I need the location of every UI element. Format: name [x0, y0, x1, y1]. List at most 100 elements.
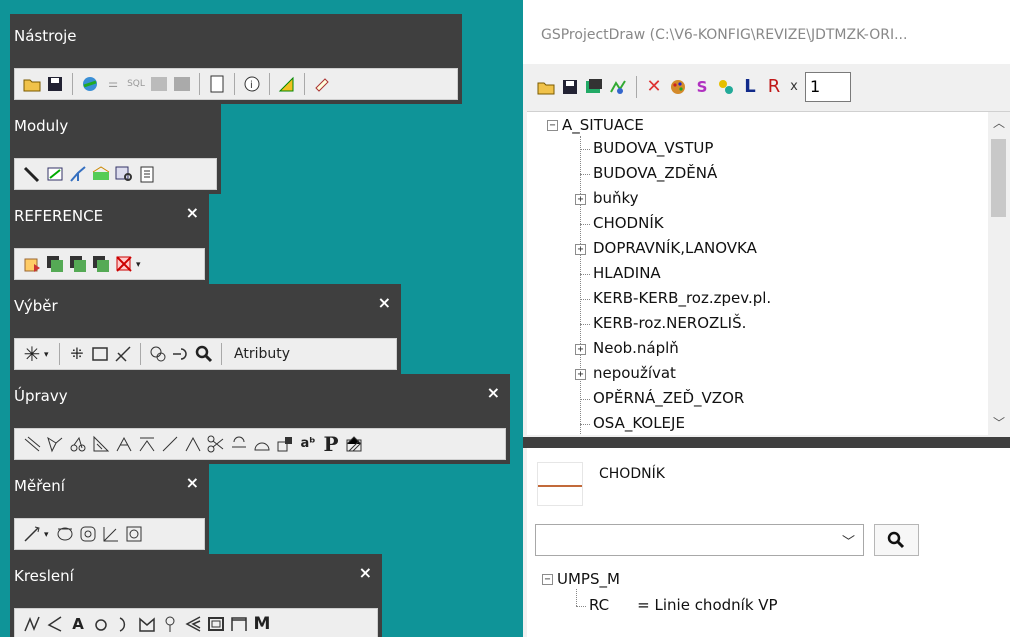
layer-tree[interactable]: − A_SITUACE BUDOVA_VSTUP BUDOVA_ZDĚNÁ + …: [527, 111, 1010, 435]
expand-toggle[interactable]: +: [575, 344, 586, 355]
table-icon[interactable]: [148, 73, 170, 95]
r-filter-button[interactable]: R: [763, 76, 785, 98]
database-link-icon[interactable]: ⚌: [102, 73, 124, 95]
s-filter-button[interactable]: S: [691, 76, 713, 98]
clipboard-icon[interactable]: [136, 163, 158, 185]
tree-item[interactable]: Neob.náplň: [593, 339, 679, 357]
chevron-down-icon[interactable]: ▾: [136, 259, 143, 270]
detail-tree-root[interactable]: UMPS_M: [557, 570, 620, 588]
extend-element-icon[interactable]: [113, 433, 135, 455]
close-icon[interactable]: ×: [378, 293, 391, 312]
paragraph-icon[interactable]: P: [320, 433, 342, 455]
chevron-down-icon[interactable]: ▾: [44, 529, 51, 540]
expand-toggle[interactable]: +: [575, 369, 586, 380]
text-place-icon[interactable]: A: [67, 613, 89, 635]
info-icon[interactable]: i: [241, 73, 263, 95]
table-edit-icon[interactable]: [171, 73, 193, 95]
arc-icon[interactable]: [251, 433, 273, 455]
offset-line-icon[interactable]: [159, 433, 181, 455]
tree-root[interactable]: A_SITUACE: [562, 116, 644, 134]
vertical-scrollbar[interactable]: ︿ ﹀: [988, 112, 1010, 435]
select-group-icon[interactable]: [147, 343, 169, 365]
tree-item[interactable]: nepoužívat: [593, 364, 676, 382]
network-icon[interactable]: [67, 163, 89, 185]
cell-place-icon[interactable]: [274, 433, 296, 455]
close-icon[interactable]: ×: [359, 563, 372, 582]
circle-icon[interactable]: [90, 613, 112, 635]
move-element-icon[interactable]: [67, 433, 89, 455]
tree-item[interactable]: OPĚRNÁ_ZEĎ_VZOR: [593, 389, 744, 407]
select-all-icon[interactable]: ✳: [21, 343, 43, 365]
symbology-icon[interactable]: [607, 76, 629, 98]
shape-icon[interactable]: [136, 613, 158, 635]
measure-element-icon[interactable]: [77, 523, 99, 545]
tree-item[interactable]: HLADINA: [593, 264, 661, 282]
polyline-icon[interactable]: [21, 613, 43, 635]
fillet-icon[interactable]: [182, 433, 204, 455]
reference-stack-icon[interactable]: [90, 253, 112, 275]
arc-draw-icon[interactable]: [113, 613, 135, 635]
attributes-button[interactable]: Atributy: [228, 346, 296, 362]
select-chain-icon[interactable]: [170, 343, 192, 365]
search-map-icon[interactable]: [113, 163, 135, 185]
measure-distance-icon[interactable]: [21, 523, 43, 545]
panel-splitter[interactable]: [523, 437, 1010, 448]
scrollbar-thumb[interactable]: [991, 139, 1006, 217]
globe-tool-icon[interactable]: [79, 73, 101, 95]
chevron-down-icon[interactable]: ▾: [44, 349, 51, 360]
chart-line-icon[interactable]: [90, 163, 112, 185]
collapse-toggle[interactable]: −: [547, 120, 558, 131]
detail-tree-item[interactable]: RC = Linie chodník VP: [589, 596, 778, 614]
pattern-icon[interactable]: [715, 76, 737, 98]
tree-item[interactable]: buňky: [593, 189, 639, 207]
multi-icon[interactable]: M: [251, 613, 273, 635]
pen-tool-icon[interactable]: [21, 163, 43, 185]
reference-attach-icon[interactable]: [21, 253, 43, 275]
measure-angle-icon[interactable]: [100, 523, 122, 545]
rotate-element-icon[interactable]: [90, 433, 112, 455]
scroll-down-icon[interactable]: ﹀: [993, 414, 1005, 431]
measure-radius-icon[interactable]: [123, 523, 145, 545]
join-icon[interactable]: [228, 433, 250, 455]
dimension-icon[interactable]: [228, 613, 250, 635]
save-icon[interactable]: [559, 76, 581, 98]
document-icon[interactable]: [206, 73, 228, 95]
scroll-up-icon[interactable]: ︿: [993, 114, 1005, 131]
angle-line-icon[interactable]: [44, 613, 66, 635]
multiline-icon[interactable]: [182, 613, 204, 635]
search-button[interactable]: [874, 524, 919, 556]
close-icon[interactable]: ×: [186, 203, 199, 222]
collapse-toggle[interactable]: −: [542, 574, 553, 585]
cut-icon[interactable]: [205, 433, 227, 455]
select-line-icon[interactable]: [112, 343, 134, 365]
triangle-ruler-icon[interactable]: [276, 73, 298, 95]
tree-item[interactable]: BUDOVA_VSTUP: [593, 139, 713, 157]
tree-item[interactable]: BUDOVA_ZDĚNÁ: [593, 164, 717, 182]
line-style-icon[interactable]: ✕: [643, 76, 665, 98]
tree-item[interactable]: OSA_KOLEJE: [593, 414, 685, 432]
tree-item[interactable]: CHODNÍK: [593, 214, 664, 232]
select-point-icon[interactable]: ⁜: [66, 343, 88, 365]
hatch-icon[interactable]: [343, 433, 365, 455]
text-edit-icon[interactable]: aᵇ: [297, 433, 319, 455]
zoom-input[interactable]: 1: [805, 72, 851, 102]
reference-stack-icon[interactable]: [44, 253, 66, 275]
close-icon[interactable]: ×: [186, 473, 199, 492]
sql-icon[interactable]: SQL: [125, 73, 147, 95]
copy-element-icon[interactable]: [44, 433, 66, 455]
place-point-icon[interactable]: [159, 613, 181, 635]
palette-icon[interactable]: [667, 76, 689, 98]
tree-item[interactable]: KERB-roz.NEROZLIŠ.: [593, 314, 746, 332]
reference-stack-icon[interactable]: [67, 253, 89, 275]
block-icon[interactable]: [205, 613, 227, 635]
reference-delete-icon[interactable]: [113, 253, 135, 275]
tree-item[interactable]: KERB-KERB_roz.zpev.pl.: [593, 289, 771, 307]
trim-element-icon[interactable]: [136, 433, 158, 455]
expand-toggle[interactable]: +: [575, 244, 586, 255]
tree-item[interactable]: DOPRAVNÍK,LANOVKA: [593, 239, 757, 257]
eraser-pencil-icon[interactable]: [311, 73, 333, 95]
image-edit-icon[interactable]: [44, 163, 66, 185]
expand-toggle[interactable]: +: [575, 194, 586, 205]
layers-icon[interactable]: [583, 76, 605, 98]
open-folder-icon[interactable]: [21, 73, 43, 95]
